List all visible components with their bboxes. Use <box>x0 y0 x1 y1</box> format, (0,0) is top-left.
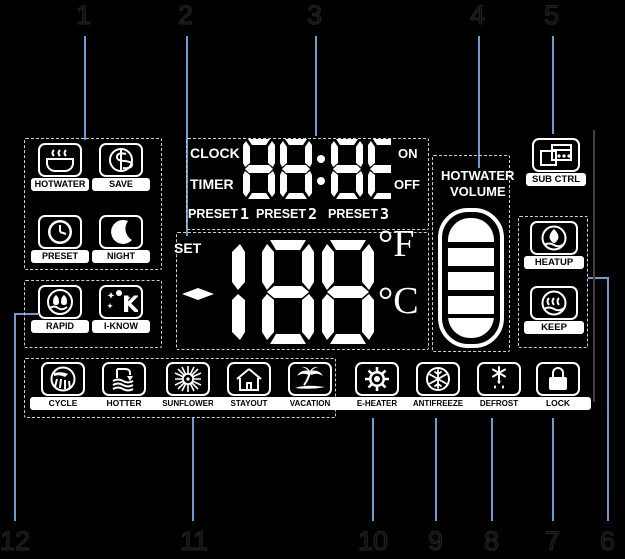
lcd-panel-diagram: 1 2 3 4 5 6 7 8 9 10 11 12 HOTWATER SAVE <box>0 0 625 559</box>
callout-number-1: 1 <box>75 0 92 30</box>
hotwater-volume-label-2: VOLUME <box>450 184 506 199</box>
hotwater-basin-icon <box>38 143 82 177</box>
sub-control-panel-icon <box>532 138 580 172</box>
preset-indicator-3: PRESET 3 <box>328 205 389 223</box>
i-know-sparkle-icon: K <box>99 285 143 319</box>
leader-line-5 <box>552 36 554 134</box>
palm-tree-icon <box>288 362 332 396</box>
clock-digits <box>243 137 391 199</box>
callout-number-4: 4 <box>469 0 486 30</box>
defrost-drip-icon <box>477 362 521 396</box>
icon-hotter-label: HOTTER <box>91 397 157 410</box>
hotwater-volume-label-1: HOTWATER <box>441 168 515 183</box>
callout-number-11: 11 <box>179 526 209 556</box>
preset-1-number: 1 <box>240 205 250 223</box>
clock-label: CLOCK <box>190 145 240 161</box>
preset-indicator-2: PRESET 2 <box>256 205 317 223</box>
preset-indicator-1: PRESET 1 <box>188 205 249 223</box>
callout-number-7: 7 <box>544 526 561 556</box>
leader-line-9 <box>435 418 437 521</box>
icon-cycle[interactable]: CYCLE <box>30 362 96 410</box>
panel-divider-line <box>593 130 595 402</box>
callout-number-9: 9 <box>427 526 444 556</box>
icon-night[interactable]: NIGHT <box>92 215 150 263</box>
leader-line-4 <box>478 36 480 168</box>
off-label: OFF <box>394 177 420 192</box>
hotwater-volume-gauge <box>438 208 504 348</box>
rapid-flames-icon <box>38 285 82 319</box>
leader-line-1 <box>84 36 86 140</box>
icon-lock[interactable]: LOCK <box>525 362 591 410</box>
unit-fahrenheit: °F <box>378 223 415 265</box>
icon-i-know[interactable]: K I-KNOW <box>92 285 150 333</box>
callout-number-12: 12 <box>0 526 31 556</box>
callout-number-10: 10 <box>357 526 389 556</box>
dollar-save-icon <box>99 143 143 177</box>
leader-line-6 <box>607 277 609 521</box>
callout-number-5: 5 <box>543 0 560 30</box>
icon-preset-label: PRESET <box>31 250 89 263</box>
icon-heatup[interactable]: HEATUP <box>524 221 584 269</box>
callout-number-8: 8 <box>483 526 500 556</box>
icon-i-know-label: I-KNOW <box>92 320 150 333</box>
icon-vacation[interactable]: VACATION <box>274 362 346 410</box>
icon-cycle-label: CYCLE <box>30 397 96 410</box>
shower-cycle-icon <box>41 362 85 396</box>
preset-2-number: 2 <box>308 205 318 223</box>
leader-line-7 <box>552 418 554 521</box>
icon-hotwater[interactable]: HOTWATER <box>31 143 89 191</box>
icon-sub-ctrl[interactable]: SUB CTRL <box>526 138 586 186</box>
callout-number-2: 2 <box>177 0 194 30</box>
flame-drop-icon <box>530 221 578 255</box>
leader-line-11 <box>192 418 194 521</box>
padlock-icon <box>536 362 580 396</box>
faucet-hot-icon <box>102 362 146 396</box>
icon-vacation-label: VACATION <box>274 397 346 410</box>
unit-celsius: °C <box>378 280 419 322</box>
icon-preset[interactable]: PRESET <box>31 215 89 263</box>
icon-keep[interactable]: KEEP <box>524 286 584 334</box>
icon-rapid-label: RAPID <box>31 320 89 333</box>
icon-night-label: NIGHT <box>92 250 150 263</box>
icon-save-label: SAVE <box>92 178 150 191</box>
preset-3-number: 3 <box>380 205 390 223</box>
icon-hotwater-label: HOTWATER <box>31 178 89 191</box>
leader-line-8 <box>491 418 493 521</box>
icon-hotter[interactable]: HOTTER <box>91 362 157 410</box>
preset-3-label: PRESET <box>328 207 379 221</box>
snowflake-icon <box>416 362 460 396</box>
icon-sub-ctrl-label: SUB CTRL <box>526 173 586 186</box>
leader-line-6-h <box>588 277 609 279</box>
icon-keep-label: KEEP <box>524 321 584 334</box>
leader-line-3 <box>315 36 317 136</box>
crescent-moon-icon <box>99 215 143 249</box>
icon-save[interactable]: SAVE <box>92 143 150 191</box>
svg-text:K: K <box>122 293 138 316</box>
leader-line-12 <box>14 313 16 521</box>
house-icon <box>227 362 271 396</box>
preset-1-label: PRESET <box>188 207 239 221</box>
leader-line-10 <box>372 418 374 521</box>
on-label: ON <box>398 146 418 161</box>
main-temperature-digits <box>176 238 381 346</box>
callout-number-3: 3 <box>306 0 323 30</box>
callout-number-6: 6 <box>599 526 616 556</box>
keep-warm-waves-icon <box>530 286 578 320</box>
preset-2-label: PRESET <box>256 207 307 221</box>
timer-label: TIMER <box>190 176 234 192</box>
icon-lock-label: LOCK <box>525 397 591 410</box>
icon-rapid[interactable]: RAPID <box>31 285 89 333</box>
clock-icon <box>38 215 82 249</box>
electric-heater-gear-icon <box>355 362 399 396</box>
icon-heatup-label: HEATUP <box>524 256 584 269</box>
sunflower-icon <box>166 362 210 396</box>
